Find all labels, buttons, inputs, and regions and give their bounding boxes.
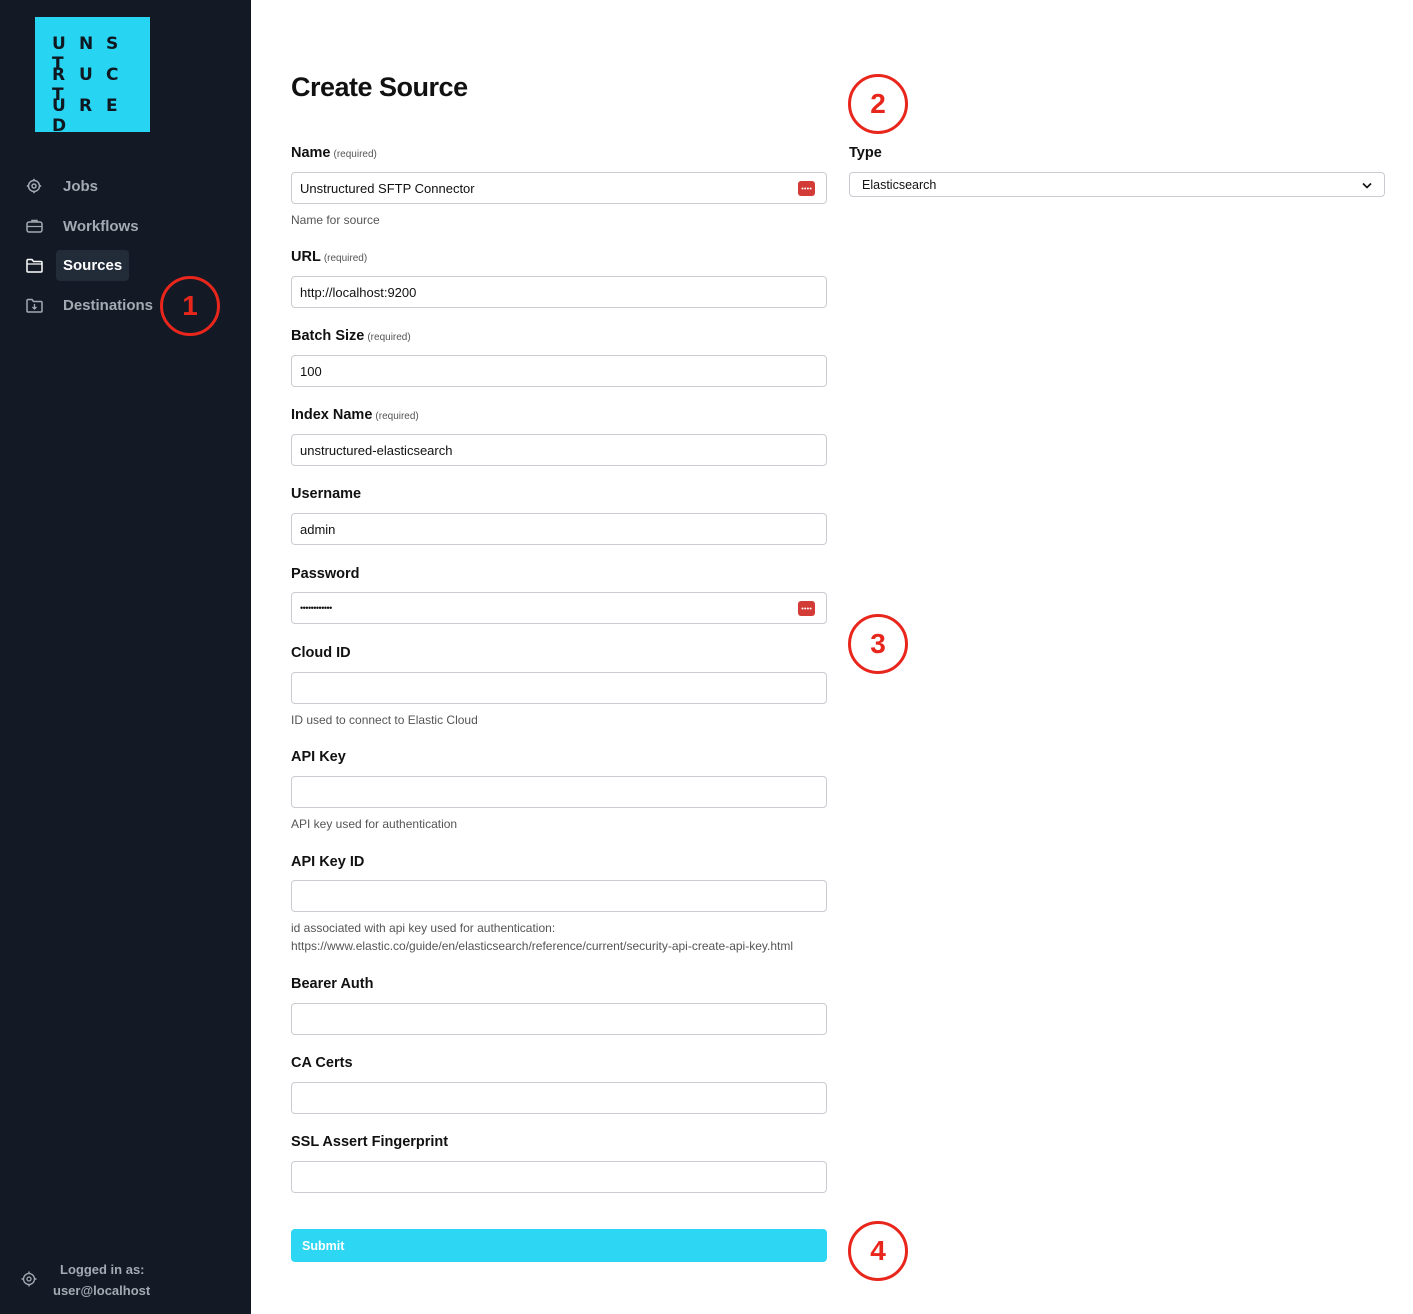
sidebar-item-destinations[interactable]: Destinations — [22, 288, 160, 322]
name-input-value: Unstructured SFTP Connector — [300, 180, 475, 196]
logo-row-3: U R ED — [52, 96, 118, 136]
page-title: Create Source — [291, 72, 468, 102]
sidebar-item-sources[interactable]: Sources — [22, 248, 130, 282]
api-key-id-help-text: id associated with api key used for auth… — [291, 921, 793, 955]
password-manager-icon[interactable] — [798, 181, 815, 196]
password-input-value: •••••••••••• — [300, 603, 332, 613]
cloud-id-input[interactable] — [291, 672, 827, 704]
gear-icon — [22, 174, 46, 198]
ca-certs-label: CA Certs — [291, 1055, 353, 1071]
chevron-down-icon — [1362, 178, 1372, 192]
sidebar-item-label: Jobs — [63, 177, 99, 195]
index-name-input[interactable]: unstructured-elasticsearch — [291, 434, 827, 466]
url-label: URL (required) — [291, 249, 368, 265]
briefcase-icon — [22, 214, 46, 238]
annotation-circle-2: 2 — [848, 74, 908, 134]
password-manager-icon[interactable] — [798, 601, 815, 616]
bearer-auth-input[interactable] — [291, 1003, 827, 1035]
url-input[interactable]: http://localhost:9200 — [291, 276, 827, 308]
batch-size-input[interactable]: 100 — [291, 355, 827, 387]
password-label: Password — [291, 566, 360, 582]
ca-certs-input[interactable] — [291, 1082, 827, 1114]
ssl-assert-fingerprint-input[interactable] — [291, 1161, 827, 1193]
submit-button[interactable]: Submit — [291, 1229, 827, 1262]
annotation-circle-1: 1 — [160, 276, 220, 336]
cloud-id-help-text: ID used to connect to Elastic Cloud — [291, 713, 478, 727]
sidebar-item-jobs[interactable]: Jobs — [22, 169, 105, 203]
type-select-value: Elasticsearch — [862, 177, 937, 192]
name-input[interactable]: Unstructured SFTP Connector — [291, 172, 827, 204]
type-label: Type — [849, 145, 882, 161]
api-key-label: API Key — [291, 749, 346, 765]
required-tag: (required) — [323, 253, 368, 264]
folder-icon — [22, 253, 46, 277]
cloud-id-label: Cloud ID — [291, 645, 351, 661]
index-name-label: Index Name (required) — [291, 407, 419, 423]
api-key-input[interactable] — [291, 776, 827, 808]
unstructured-logo[interactable]: U N ST R U CT U R ED — [35, 17, 150, 136]
api-key-help-text: API key used for authentication — [291, 817, 458, 831]
sidebar-item-label: Sources — [56, 249, 130, 281]
type-select[interactable]: Elasticsearch — [849, 172, 1385, 197]
logged-in-label: Logged in as: — [60, 1262, 145, 1277]
name-help-text: Name for source — [291, 213, 380, 227]
username-label: Username — [291, 486, 362, 502]
annotation-circle-4: 4 — [848, 1221, 908, 1281]
name-label: Name (required) — [291, 145, 377, 161]
required-tag: (required) — [375, 411, 419, 422]
annotation-circle-3: 3 — [848, 614, 908, 674]
logged-in-user: user@localhost — [53, 1283, 151, 1298]
api-key-id-label: API Key ID — [291, 854, 365, 870]
sidebar-item-label: Destinations — [63, 296, 154, 314]
username-input[interactable]: admin — [291, 513, 827, 545]
required-tag: (required) — [367, 332, 411, 343]
batch-size-label: Batch Size (required) — [291, 328, 411, 344]
api-key-id-input[interactable] — [291, 880, 827, 912]
bearer-auth-label: Bearer Auth — [291, 976, 374, 992]
sidebar: U N ST R U CT U R ED Jobs Workflows Sources De… — [0, 0, 251, 1314]
folder-download-icon — [22, 293, 46, 317]
password-input[interactable]: •••••••••••• — [291, 592, 827, 624]
required-tag: (required) — [333, 149, 377, 160]
sidebar-item-workflows[interactable]: Workflows — [22, 209, 146, 243]
ssl-assert-fingerprint-label: SSL Assert Fingerprint — [291, 1134, 449, 1150]
user-footer: Logged in as: user@localhost — [20, 1258, 240, 1302]
api-key-docs-link[interactable]: https://www.elastic.co/guide/en/elastics… — [291, 937, 793, 955]
sidebar-item-label: Workflows — [63, 217, 139, 235]
settings-gear-icon[interactable] — [20, 1270, 40, 1290]
